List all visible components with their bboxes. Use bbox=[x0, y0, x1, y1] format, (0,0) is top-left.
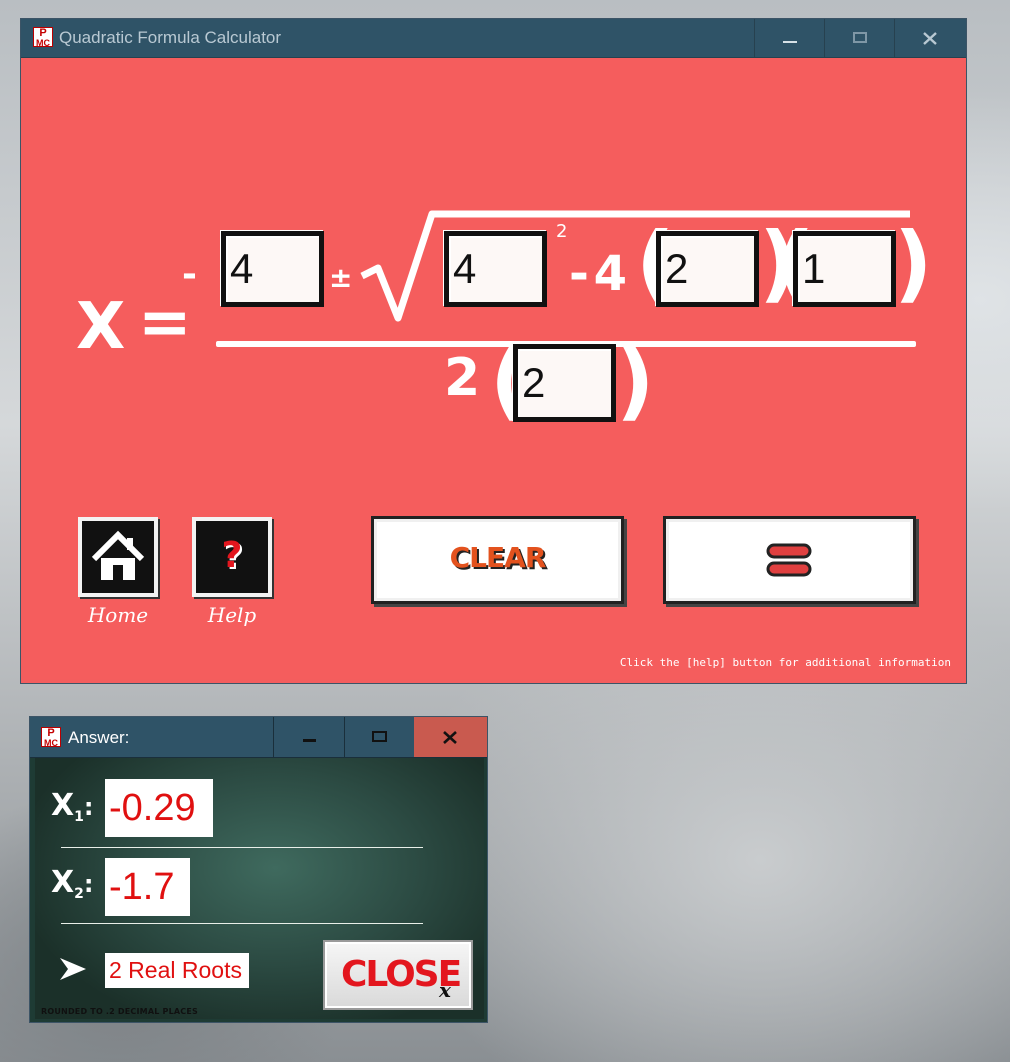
maximize-icon bbox=[372, 731, 387, 742]
equals-icon bbox=[766, 543, 812, 577]
close-icon bbox=[443, 731, 457, 744]
clear-label: CLEAR bbox=[449, 541, 547, 574]
minimize-icon bbox=[303, 739, 316, 742]
minimize-icon bbox=[783, 41, 797, 43]
question-mark-icon: ? bbox=[221, 535, 243, 576]
answer-maximize-button[interactable] bbox=[344, 717, 414, 757]
close-icon bbox=[923, 32, 937, 45]
x1-divider bbox=[61, 847, 423, 848]
close-window-button[interactable] bbox=[894, 19, 966, 57]
answer-app-logo-icon: P MC bbox=[41, 727, 61, 747]
root-type-value: 2 Real Roots bbox=[105, 953, 249, 988]
home-button[interactable] bbox=[78, 517, 158, 597]
neg-b-input[interactable] bbox=[221, 231, 324, 307]
c-input[interactable] bbox=[793, 231, 896, 307]
equals-sign: = bbox=[138, 286, 192, 360]
close-paren-c: ) bbox=[894, 214, 933, 312]
close-paren-denominator: ) bbox=[616, 332, 655, 430]
answer-titlebar[interactable]: P MC Answer: bbox=[30, 717, 487, 758]
negative-sign: - bbox=[182, 254, 197, 295]
calculator-titlebar[interactable]: P MC Quadratic Formula Calculator bbox=[21, 19, 966, 58]
denominator-a-input[interactable] bbox=[513, 344, 616, 422]
x1-value: -0.29 bbox=[105, 779, 213, 837]
close-x-mark: x bbox=[439, 978, 451, 1002]
calculate-button[interactable] bbox=[663, 516, 916, 604]
help-button[interactable]: ? bbox=[192, 517, 272, 597]
x1-label: X1: bbox=[51, 788, 94, 825]
home-label: Home bbox=[87, 603, 149, 627]
answer-window: P MC Answer: X1: -0.29 X2: -1.7 2 Real Ro… bbox=[29, 716, 488, 1023]
x2-value: -1.7 bbox=[105, 858, 190, 916]
clear-button[interactable]: CLEAR bbox=[371, 516, 624, 604]
maximize-icon bbox=[853, 32, 867, 43]
a-input[interactable] bbox=[656, 231, 759, 307]
answer-close-window-button[interactable] bbox=[414, 717, 487, 757]
help-label: Help bbox=[207, 603, 257, 627]
answer-window-title: Answer: bbox=[68, 728, 130, 747]
rounding-note: Rounded to .2 decimal places bbox=[41, 1007, 198, 1016]
calculator-canvas: X = - ± 2 - 4 ( ) ( ) 2 ( ) bbox=[26, 58, 963, 679]
app-logo-icon: P MC bbox=[33, 27, 53, 47]
x2-label: X2: bbox=[51, 865, 94, 902]
denominator-two: 2 bbox=[444, 348, 481, 408]
help-hint-text: Click the [help] button for additional i… bbox=[619, 656, 951, 669]
chalkboard-panel: X1: -0.29 X2: -1.7 2 Real Roots CLOSE x … bbox=[35, 758, 484, 1019]
minus-four-term: - 4 bbox=[569, 246, 627, 302]
x-variable-label: X bbox=[76, 290, 126, 364]
home-icon bbox=[91, 530, 145, 580]
b-input[interactable] bbox=[444, 231, 547, 307]
plus-minus-sign: ± bbox=[329, 261, 353, 294]
answer-minimize-button[interactable] bbox=[273, 717, 344, 757]
calculator-window: PMC Quadratic Formula Calculator X = - ±… bbox=[20, 18, 967, 684]
maximize-button[interactable] bbox=[824, 19, 894, 57]
exponent-two: 2 bbox=[556, 221, 568, 242]
window-title: Quadratic Formula Calculator bbox=[59, 28, 282, 47]
x2-divider bbox=[61, 923, 423, 924]
close-answer-button[interactable]: CLOSE x bbox=[323, 940, 473, 1010]
minimize-button[interactable] bbox=[754, 19, 824, 57]
arrow-pointer-icon bbox=[60, 958, 86, 980]
